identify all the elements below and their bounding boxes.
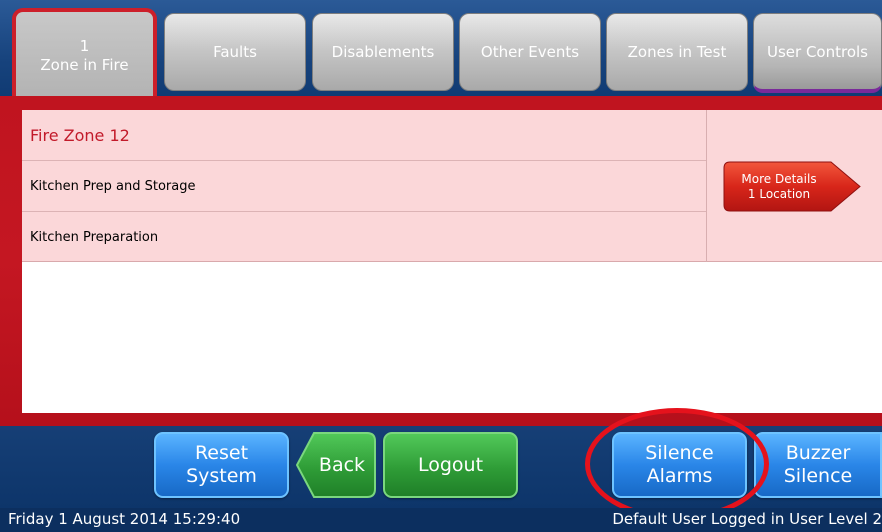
tab-user-controls-label: User Controls	[767, 42, 868, 61]
back-label: Back	[318, 454, 366, 476]
status-user: Default User Logged in User Level 2	[612, 510, 882, 528]
back-button[interactable]: Back	[296, 432, 376, 498]
reset-system-button[interactable]: Reset System	[154, 432, 289, 498]
tab-user-controls[interactable]: User Controls	[753, 13, 882, 93]
more-details-line2: 1 Location	[747, 186, 811, 201]
event-location-row[interactable]: Kitchen Preparation	[22, 212, 706, 263]
silence-alarms-button[interactable]: Silence Alarms	[612, 432, 747, 498]
event-location-row[interactable]: Kitchen Prep and Storage	[22, 161, 706, 212]
tab-zones-in-test[interactable]: Zones in Test	[606, 13, 748, 91]
tab-other-events[interactable]: Other Events	[459, 13, 601, 91]
tab-other-events-label: Other Events	[480, 42, 580, 61]
tab-faults[interactable]: Faults	[164, 13, 306, 91]
logout-button[interactable]: Logout	[383, 432, 518, 498]
more-details-line1: More Details	[741, 171, 817, 186]
event-zone-row[interactable]: Fire Zone 12	[22, 110, 706, 161]
reset-label-2: System	[186, 465, 257, 487]
zone-in-fire-count: 1	[79, 37, 90, 55]
tab-disablements[interactable]: Disablements	[312, 13, 454, 91]
silence-label-2: Alarms	[646, 465, 713, 487]
tab-zones-in-test-label: Zones in Test	[627, 42, 727, 61]
event-location-2: Kitchen Preparation	[30, 230, 159, 245]
buzzer-label-1: Buzzer	[785, 442, 851, 464]
logout-label: Logout	[417, 454, 484, 476]
more-details-button[interactable]: More Details 1 Location	[723, 161, 861, 212]
tab-faults-label: Faults	[213, 42, 257, 61]
reset-label-1: Reset	[194, 442, 249, 464]
event-zone-name: Fire Zone 12	[30, 125, 130, 145]
tab-zone-in-fire[interactable]: 1 Zone in Fire	[12, 8, 157, 100]
zone-in-fire-label: Zone in Fire	[40, 56, 129, 74]
event-location-1: Kitchen Prep and Storage	[30, 178, 196, 194]
tab-disablements-label: Disablements	[331, 42, 435, 61]
buzzer-label-2: Silence	[783, 465, 853, 487]
status-datetime: Friday 1 August 2014 15:29:40	[8, 510, 241, 528]
buzzer-silence-button[interactable]: Buzzer Silence	[754, 432, 882, 498]
silence-label-1: Silence	[645, 442, 714, 464]
